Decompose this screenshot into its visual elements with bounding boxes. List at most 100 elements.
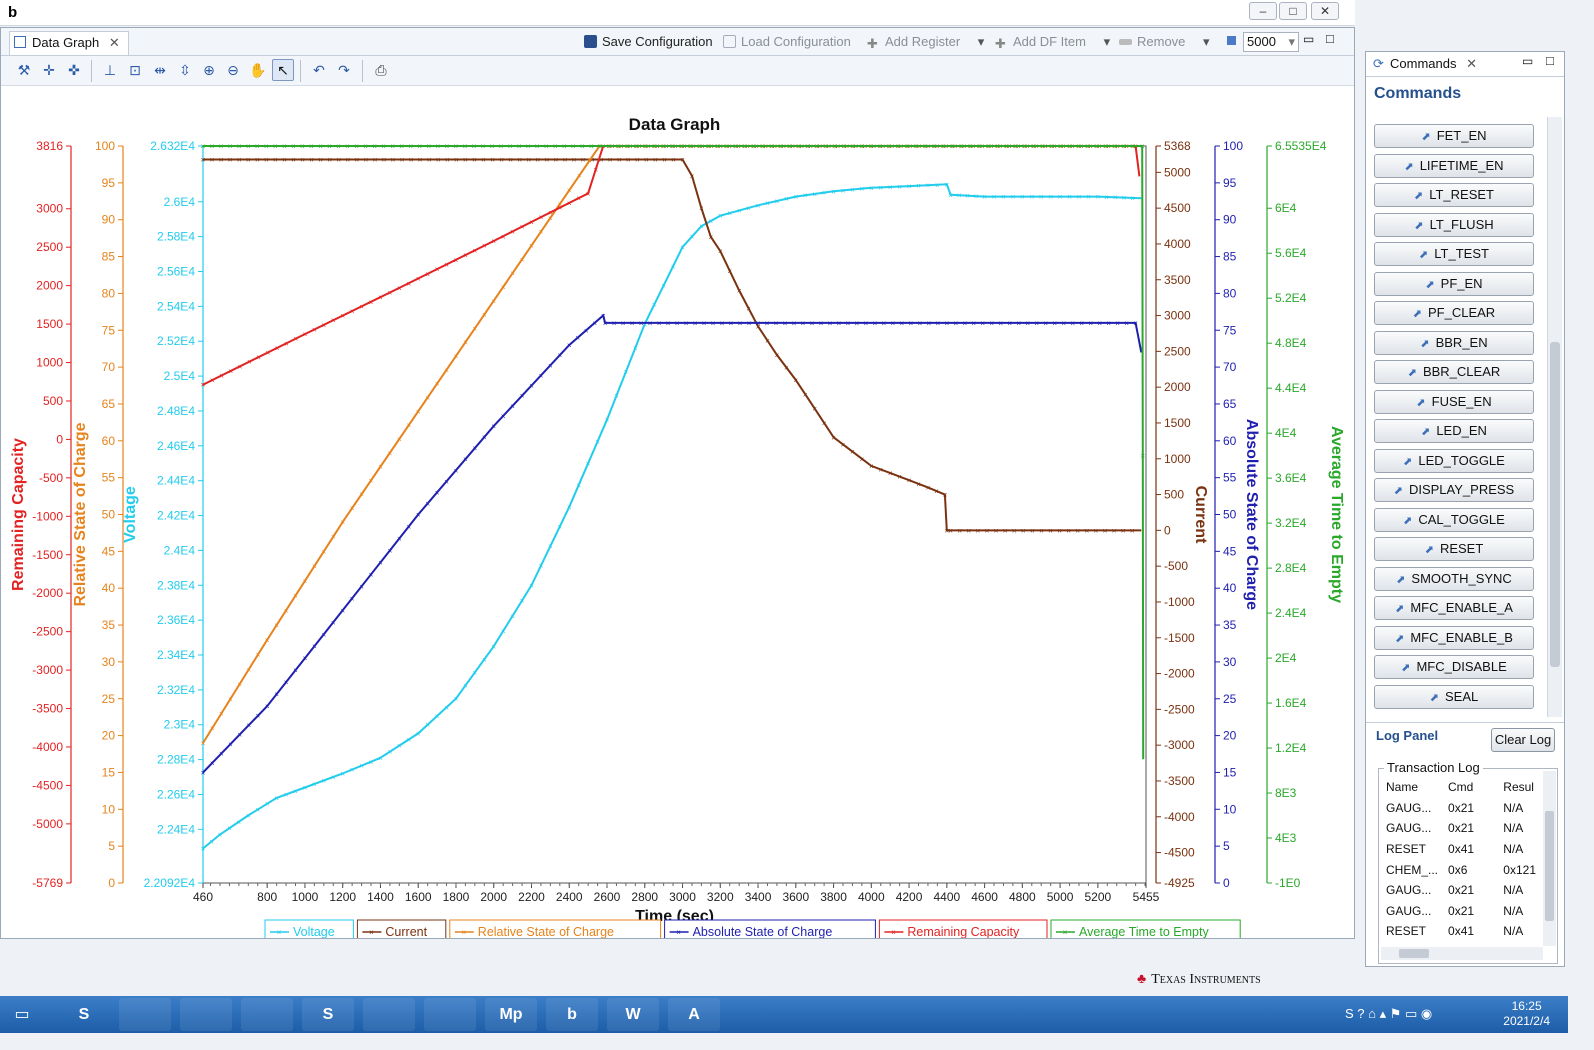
- command-button-fet-en[interactable]: ⬈ FET_EN: [1374, 124, 1534, 148]
- command-button-reset[interactable]: ⬈ RESET: [1374, 537, 1534, 561]
- taskbar-app-7[interactable]: Mp: [485, 998, 537, 1031]
- table-row[interactable]: GAUG... 0x21 N/A: [1381, 880, 1541, 901]
- series-marker: ×: [1039, 526, 1044, 535]
- command-button-display-press[interactable]: ⬈ DISPLAY_PRESS: [1374, 478, 1534, 502]
- redo-icon[interactable]: ↷: [333, 59, 355, 81]
- table-row[interactable]: GAUG... 0x21 N/A: [1381, 798, 1541, 819]
- command-button-bbr-clear[interactable]: ⬈ BBR_CLEAR: [1374, 360, 1534, 384]
- column-header[interactable]: Resul: [1498, 777, 1541, 798]
- command-button-seal[interactable]: ⬈ SEAL: [1374, 684, 1534, 709]
- system-clock[interactable]: 16:25 2021/2/4: [1503, 999, 1550, 1029]
- taskbar-app-8[interactable]: b: [546, 998, 598, 1031]
- add-df-item-button[interactable]: ✚ Add DF Item ▾: [995, 34, 1111, 51]
- points-select[interactable]: 5000 ▾: [1243, 32, 1299, 52]
- close-tab-icon[interactable]: ✕: [1466, 56, 1477, 71]
- command-button-lt-reset[interactable]: ⬈ LT_RESET: [1374, 183, 1534, 207]
- column-header[interactable]: Cmd: [1443, 777, 1498, 798]
- zoom-x-icon[interactable]: ⇹: [149, 59, 171, 81]
- column-header[interactable]: Name: [1381, 777, 1443, 798]
- start-button[interactable]: ▭: [0, 998, 44, 1031]
- command-label: MFC_ENABLE_A: [1410, 600, 1513, 615]
- series-marker: ×: [510, 269, 515, 278]
- save-configuration-button[interactable]: Save Configuration: [584, 34, 713, 49]
- tab-commands[interactable]: ⟳ Commands ✕: [1370, 53, 1481, 75]
- command-button-pf-clear[interactable]: ⬈ PF_CLEAR: [1374, 301, 1534, 325]
- chevron-down-icon[interactable]: ▾: [978, 34, 985, 49]
- series-marker: ×: [318, 155, 323, 164]
- close-tab-icon[interactable]: ✕: [109, 35, 120, 50]
- cursor-add-icon[interactable]: ✛: [38, 59, 60, 81]
- undo-icon[interactable]: ↶: [308, 59, 330, 81]
- command-button-led-en[interactable]: ⬈ LED_EN: [1374, 419, 1534, 443]
- command-button-lt-flush[interactable]: ⬈ LT_FLUSH: [1374, 212, 1534, 237]
- pointer-icon[interactable]: ↖: [272, 59, 294, 81]
- zoom-out-icon[interactable]: ⊖: [222, 59, 244, 81]
- command-button-mfc-enable-a[interactable]: ⬈ MFC_ENABLE_A: [1374, 596, 1534, 620]
- chevron-down-icon[interactable]: ▾: [1104, 34, 1111, 49]
- table-row[interactable]: GAUG... 0x21 N/A: [1381, 901, 1541, 922]
- taskbar-app-9[interactable]: W: [607, 998, 659, 1031]
- data-graph-chart[interactable]: Data Graph460 800 1000 1200 1400 1600 1800 2000…: [1, 86, 1354, 945]
- series-marker: ×: [501, 232, 506, 241]
- command-button-pf-en[interactable]: ⬈ PF_EN: [1374, 271, 1534, 296]
- series-marker: ×: [974, 192, 979, 201]
- taskbar-app-4[interactable]: S: [302, 998, 354, 1031]
- scrollbar-thumb[interactable]: [1545, 811, 1554, 921]
- commands-scrollbar[interactable]: [1547, 117, 1562, 717]
- close-button[interactable]: ✕: [1311, 2, 1339, 20]
- series-marker: ×: [586, 459, 591, 468]
- taskbar-app-10[interactable]: A: [668, 998, 720, 1031]
- taskbar-app-0[interactable]: S: [58, 998, 110, 1031]
- panel-minimize-button[interactable]: ▭: [1303, 32, 1314, 46]
- camera-icon[interactable]: ⎙: [370, 59, 392, 81]
- series-marker: ×: [397, 284, 402, 293]
- series-marker: ×: [697, 142, 702, 151]
- command-button-bbr-en[interactable]: ⬈ BBR_EN: [1374, 330, 1534, 355]
- command-button-fuse-en[interactable]: ⬈ FUSE_EN: [1374, 389, 1534, 414]
- panel-maximize-button[interactable]: □: [1326, 31, 1334, 46]
- taskbar-app-6[interactable]: [424, 998, 476, 1031]
- autoscale-icon[interactable]: ⚒: [13, 59, 35, 81]
- series-marker: ×: [1016, 319, 1021, 328]
- command-button-lifetime-en[interactable]: ⬈ LIFETIME_EN: [1374, 153, 1534, 178]
- axes-icon[interactable]: ⊥: [99, 59, 121, 81]
- taskbar-app-5[interactable]: [363, 998, 415, 1031]
- table-row[interactable]: RESET 0x41 N/A: [1381, 921, 1541, 942]
- scrollbar-thumb[interactable]: [1550, 342, 1560, 667]
- cursor-remove-icon[interactable]: ✜: [63, 59, 85, 81]
- scrollbar-thumb[interactable]: [1399, 949, 1429, 958]
- command-button-led-toggle[interactable]: ⬈ LED_TOGGLE: [1374, 448, 1534, 473]
- command-button-smooth-sync[interactable]: ⬈ SMOOTH_SYNC: [1374, 566, 1534, 591]
- add-register-button[interactable]: ✚ Add Register ▾: [867, 34, 985, 51]
- maximize-button[interactable]: □: [1279, 2, 1307, 20]
- remove-button[interactable]: Remove ▾: [1119, 34, 1210, 50]
- minimize-button[interactable]: ‒: [1249, 2, 1277, 20]
- table-row[interactable]: RESET 0x41 N/A: [1381, 839, 1541, 860]
- pan-hand-icon[interactable]: ✋: [247, 59, 269, 81]
- taskbar-app-3[interactable]: [241, 998, 293, 1031]
- log-scrollbar[interactable]: [1543, 771, 1556, 946]
- series-marker: ×: [529, 218, 534, 227]
- zoom-y-icon[interactable]: ⇳: [174, 59, 196, 81]
- taskbar-app-2[interactable]: [180, 998, 232, 1031]
- table-row[interactable]: CHEM_... 0x6 0x121: [1381, 859, 1541, 880]
- command-button-mfc-disable[interactable]: ⬈ MFC_DISABLE: [1374, 655, 1534, 679]
- command-button-mfc-enable-b[interactable]: ⬈ MFC_ENABLE_B: [1374, 625, 1534, 650]
- command-button-cal-toggle[interactable]: ⬈ CAL_TOGGLE: [1374, 507, 1534, 532]
- log-hscrollbar[interactable]: [1381, 947, 1543, 960]
- table-row[interactable]: GAUG... 0x21 N/A: [1381, 818, 1541, 839]
- series-marker: ×: [445, 155, 450, 164]
- load-configuration-button[interactable]: Load Configuration: [723, 34, 851, 49]
- toolbar-separator: [91, 60, 92, 82]
- taskbar-app-1[interactable]: [119, 998, 171, 1031]
- series-marker: ×: [803, 191, 808, 200]
- tab-data-graph[interactable]: Data Graph ✕: [9, 31, 129, 55]
- panel-maximize-button[interactable]: □: [1546, 53, 1554, 68]
- tray-icons[interactable]: S ? ⌂ ▴ ⚑ ▭ ◉: [1345, 1006, 1432, 1022]
- zoom-box-icon[interactable]: ⊡: [124, 59, 146, 81]
- command-button-lt-test[interactable]: ⬈ LT_TEST: [1374, 242, 1534, 266]
- panel-minimize-button[interactable]: ▭: [1522, 54, 1533, 68]
- clear-log-button[interactable]: Clear Log: [1491, 728, 1555, 752]
- zoom-in-icon[interactable]: ⊕: [198, 59, 220, 81]
- chevron-down-icon[interactable]: ▾: [1203, 34, 1210, 49]
